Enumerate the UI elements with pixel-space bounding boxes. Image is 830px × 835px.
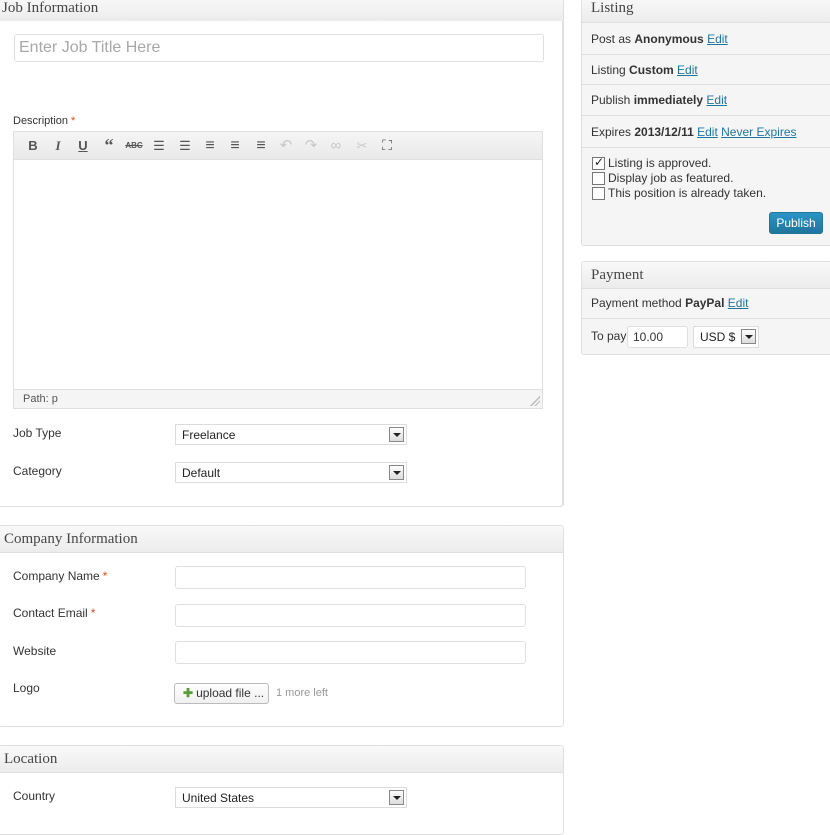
job-information-header: Job Information — [0, 0, 563, 22]
listing-box: Listing Post as Anonymous Edit Listing C… — [581, 0, 830, 246]
bold-icon[interactable]: B — [23, 136, 43, 155]
blockquote-icon[interactable]: “ — [99, 136, 119, 155]
listing-type-edit-link[interactable]: Edit — [677, 63, 698, 77]
editor-path: Path: p — [23, 393, 58, 405]
publish-value: immediately — [633, 93, 704, 107]
contact-email-input[interactable] — [175, 604, 526, 627]
editor-toolbar: B I U “ ABC ☰ ☰ ≡ ≡ ≡ ↶ ↷ ∞ ✂ ⛶ — [14, 132, 542, 160]
publish-row: Publish immediately Edit — [582, 85, 830, 116]
company-name-input[interactable] — [175, 566, 526, 589]
post-as-edit-link[interactable]: Edit — [707, 32, 728, 46]
publish-button[interactable]: Publish — [769, 212, 823, 234]
featured-label: Display job as featured. — [608, 171, 734, 185]
approved-checkbox[interactable] — [592, 155, 605, 170]
website-label: Website — [13, 644, 57, 658]
align-left-icon[interactable]: ≡ — [200, 136, 220, 155]
upload-remaining-note: 1 more left — [276, 687, 328, 699]
payment-method-value: PayPal — [685, 296, 725, 310]
listing-type-value: Custom — [629, 63, 674, 77]
resize-handle-icon[interactable] — [530, 396, 540, 406]
approved-label: Listing is approved. — [608, 156, 712, 170]
amount-input[interactable] — [627, 326, 688, 348]
category-value: Default — [182, 466, 221, 480]
chevron-down-icon — [389, 427, 404, 442]
currency-value: USD $ — [700, 330, 736, 344]
job-type-value: Freelance — [182, 428, 236, 442]
listing-type-row: Listing Custom Edit — [582, 55, 830, 85]
post-as-value: Anonymous — [634, 32, 704, 46]
expires-value: 2013/12/11 — [634, 125, 694, 139]
job-type-label: Job Type — [13, 426, 62, 440]
taken-checkbox[interactable] — [592, 187, 605, 200]
payment-method-edit-link[interactable]: Edit — [728, 296, 749, 310]
company-name-label: Company Name * — [13, 569, 108, 583]
job-title-input[interactable] — [14, 34, 544, 62]
location-header: Location — [0, 746, 563, 773]
logo-label: Logo — [13, 681, 40, 695]
expires-row: Expires 2013/12/11 Edit Never Expires — [582, 116, 830, 148]
featured-checkbox[interactable] — [592, 172, 605, 185]
fullscreen-icon[interactable]: ⛶ — [377, 136, 397, 155]
company-information-header: Company Information — [0, 526, 563, 553]
editor-content-area[interactable] — [14, 160, 542, 389]
payment-header: Payment — [582, 262, 830, 289]
bullet-list-icon[interactable]: ☰ — [149, 136, 169, 155]
chevron-down-icon — [389, 790, 404, 805]
align-right-icon[interactable]: ≡ — [251, 136, 271, 155]
editor-statusbar: Path: p — [14, 389, 542, 408]
never-expires-link[interactable]: Never Expires — [721, 125, 796, 139]
country-label: Country — [13, 789, 56, 803]
link-icon[interactable]: ∞ — [326, 136, 346, 155]
payment-method-row: Payment method PayPal Edit — [582, 289, 830, 319]
website-input[interactable] — [175, 641, 526, 664]
expires-edit-link[interactable]: Edit — [697, 125, 718, 139]
unlink-icon[interactable]: ✂ — [352, 136, 372, 155]
chevron-down-icon — [741, 329, 756, 344]
category-select[interactable]: Default — [175, 462, 407, 483]
country-select[interactable]: United States — [175, 787, 407, 808]
undo-icon[interactable]: ↶ — [276, 136, 296, 155]
plus-icon: ✚ — [183, 686, 194, 700]
country-value: United States — [182, 791, 255, 805]
currency-select[interactable]: USD $ — [693, 326, 759, 348]
to-pay-label: To pay — [591, 329, 627, 343]
align-center-icon[interactable]: ≡ — [225, 136, 245, 155]
post-as-row: Post as Anonymous Edit — [582, 23, 830, 55]
payment-box: Payment Payment method PayPal Edit To pa… — [581, 261, 830, 355]
contact-email-label: Contact Email * — [13, 606, 96, 620]
underline-icon[interactable]: U — [73, 136, 93, 155]
strikethrough-icon[interactable]: ABC — [124, 136, 144, 155]
publish-edit-link[interactable]: Edit — [706, 93, 727, 107]
numbered-list-icon[interactable]: ☰ — [175, 136, 195, 155]
listing-header: Listing — [582, 0, 830, 23]
chevron-down-icon — [389, 465, 404, 480]
description-label: Description * — [13, 115, 76, 127]
category-label: Category — [13, 464, 62, 478]
description-editor: B I U “ ABC ☰ ☰ ≡ ≡ ≡ ↶ ↷ ∞ ✂ ⛶ Path: p — [13, 131, 543, 409]
upload-file-button[interactable]: ✚ upload file ... — [174, 683, 269, 704]
italic-icon[interactable]: I — [48, 136, 68, 155]
redo-icon[interactable]: ↷ — [301, 136, 321, 155]
taken-label: This position is already taken. — [608, 186, 767, 200]
job-type-select[interactable]: Freelance — [175, 424, 407, 445]
